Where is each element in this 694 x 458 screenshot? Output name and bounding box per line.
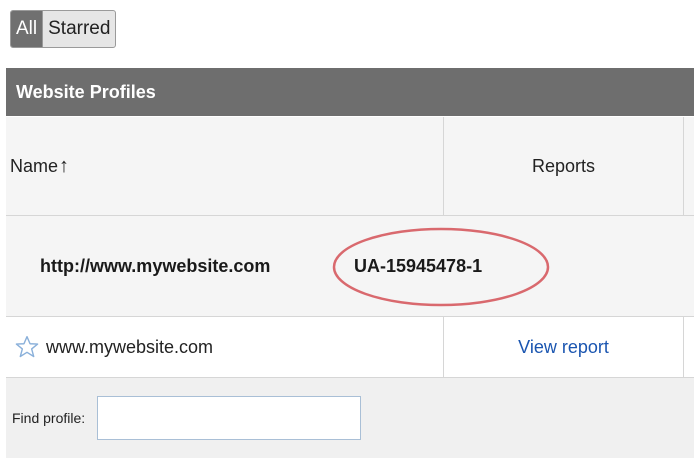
filter-all-button[interactable]: All [11,11,43,47]
profile-name: www.mywebsite.com [46,336,214,357]
account-url: http://www.mywebsite.com [40,256,271,276]
column-header-row: Name ↑ Reports [6,117,694,216]
find-profile-label: Find profile: [12,410,86,426]
name-column-header[interactable]: Name ↑ [6,117,444,215]
profile-report-cell: View report [444,317,684,377]
filter-toggle: All Starred [10,10,117,48]
name-column-label: Name [10,155,59,176]
find-profile-bar: Find profile: [6,378,694,458]
profile-row: www.mywebsite.com View report [6,317,694,378]
star-outline-icon[interactable] [14,334,40,360]
profile-name-cell: www.mywebsite.com [6,317,444,377]
tracking-id: UA-15945478-1 [354,256,483,276]
reports-column-header: Reports [444,117,684,215]
find-profile-input[interactable] [97,396,362,440]
view-report-link[interactable]: View report [518,337,609,358]
website-profiles-panel: Website Profiles Name ↑ Reports http://w… [6,68,694,458]
arrow-up-icon: ↑ [59,154,70,177]
panel-title: Website Profiles [6,68,694,117]
account-row: http://www.mywebsite.com UA-15945478-1 [6,216,694,317]
filter-starred-button[interactable]: Starred [42,11,115,47]
